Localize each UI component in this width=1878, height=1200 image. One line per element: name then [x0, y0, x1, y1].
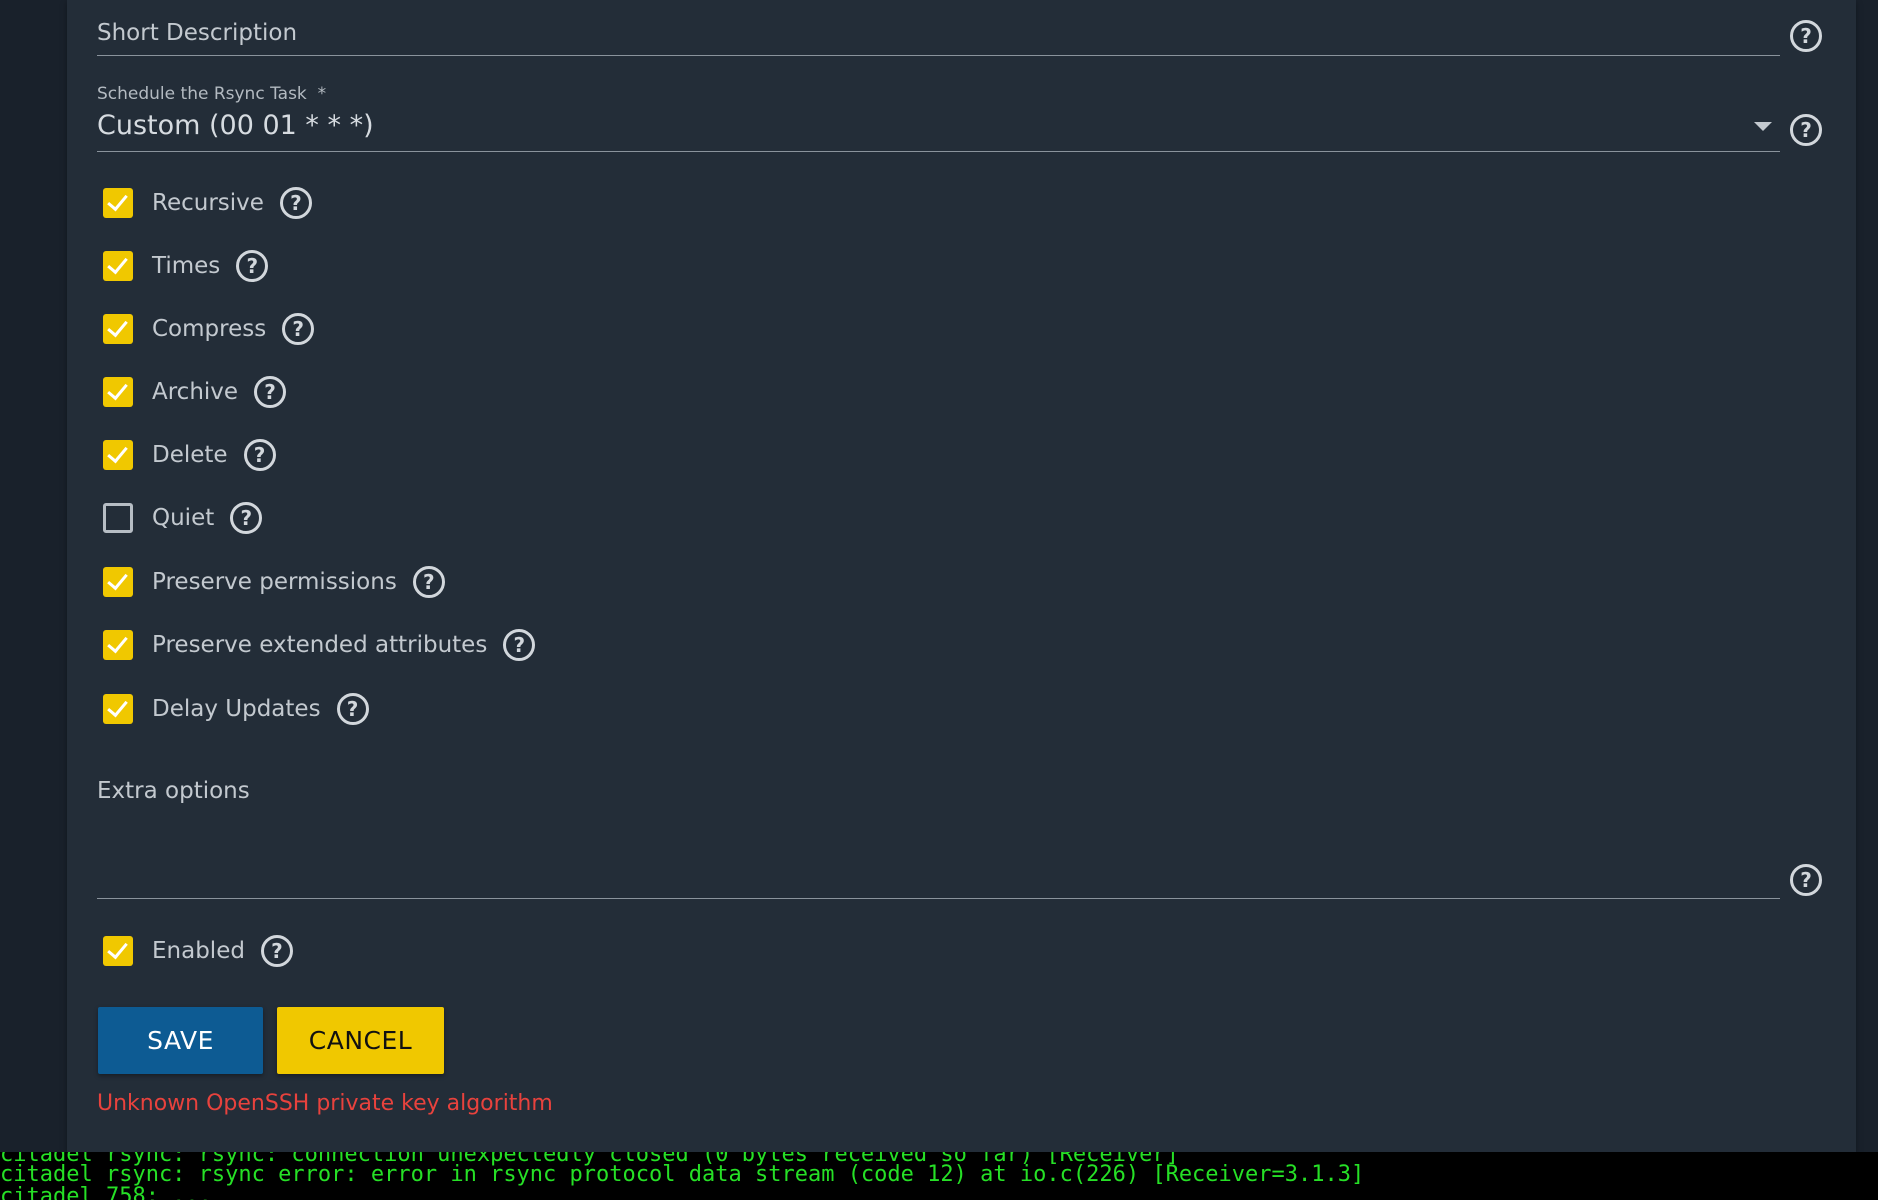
checkbox-label: Preserve permissions [152, 569, 397, 595]
checkbox-preserve-permissions[interactable]: Preserve permissions ? [103, 565, 445, 599]
schedule-help-icon[interactable]: ? [1790, 114, 1822, 146]
required-marker: * [317, 84, 327, 104]
checkbox-times[interactable]: Times ? [103, 249, 269, 283]
short-description-underline [97, 55, 1780, 56]
chevron-down-icon[interactable] [1754, 122, 1772, 131]
checkbox-label: Delete [152, 442, 228, 468]
checkbox-recursive[interactable]: Recursive ? [103, 186, 312, 220]
checkbox-label: Enabled [152, 938, 245, 964]
error-message: Unknown OpenSSH private key algorithm [97, 1091, 553, 1116]
schedule-label-text: Schedule the Rsync Task [97, 84, 307, 104]
recursive-help-icon[interactable]: ? [279, 187, 312, 219]
schedule-select[interactable]: Custom (00 01 * * *) [97, 110, 374, 141]
delay-updates-help-icon[interactable]: ? [336, 693, 369, 725]
checkbox-delete[interactable]: Delete ? [103, 438, 276, 472]
checkbox-checked-icon[interactable] [103, 694, 133, 724]
extra-options-help-icon[interactable]: ? [1790, 864, 1822, 896]
checkbox-checked-icon[interactable] [103, 630, 133, 660]
checkbox-checked-icon[interactable] [103, 251, 133, 281]
checkbox-checked-icon[interactable] [103, 936, 133, 966]
checkbox-preserve-extended-attributes[interactable]: Preserve extended attributes ? [103, 628, 536, 662]
checkbox-label: Preserve extended attributes [152, 632, 488, 658]
save-button[interactable]: SAVE [98, 1007, 263, 1074]
archive-help-icon[interactable]: ? [254, 376, 287, 408]
times-help-icon[interactable]: ? [236, 250, 269, 282]
checkbox-label: Archive [152, 379, 239, 405]
checkbox-checked-icon[interactable] [103, 440, 133, 470]
schedule-underline [97, 151, 1780, 152]
checkbox-delay-updates[interactable]: Delay Updates ? [103, 692, 369, 726]
checkbox-unchecked-icon[interactable] [103, 503, 133, 533]
checkbox-checked-icon[interactable] [103, 188, 133, 218]
terminal-console: citadel rsync: rsync: connection unexpec… [0, 1152, 1878, 1200]
short-description-help-icon[interactable]: ? [1790, 20, 1822, 52]
terminal-line: citadel 758: ... [0, 1184, 212, 1200]
quiet-help-icon[interactable]: ? [230, 502, 263, 534]
checkbox-label: Quiet [152, 505, 215, 531]
checkbox-checked-icon[interactable] [103, 567, 133, 597]
checkbox-checked-icon[interactable] [103, 314, 133, 344]
checkbox-compress[interactable]: Compress ? [103, 312, 315, 346]
extra-options-textarea[interactable]: Extra options [97, 778, 250, 804]
checkbox-label: Delay Updates [152, 696, 321, 722]
checkbox-label: Times [152, 253, 221, 279]
preserve-extended-attributes-help-icon[interactable]: ? [503, 629, 536, 661]
checkbox-checked-icon[interactable] [103, 377, 133, 407]
enabled-help-icon[interactable]: ? [260, 935, 293, 967]
checkbox-enabled[interactable]: Enabled ? [103, 934, 293, 968]
checkbox-label: Compress [152, 316, 267, 342]
extra-options-underline [97, 898, 1780, 899]
checkbox-quiet[interactable]: Quiet ? [103, 501, 263, 535]
app-window: Short Description ? Schedule the Rsync T… [0, 0, 1878, 1200]
preserve-permissions-help-icon[interactable]: ? [412, 566, 445, 598]
schedule-label: Schedule the Rsync Task * [97, 84, 326, 104]
checkbox-label: Recursive [152, 190, 264, 216]
delete-help-icon[interactable]: ? [243, 439, 276, 471]
checkbox-archive[interactable]: Archive ? [103, 375, 287, 409]
short-description-input[interactable]: Short Description [97, 20, 297, 46]
compress-help-icon[interactable]: ? [282, 313, 315, 345]
cancel-button[interactable]: CANCEL [277, 1007, 444, 1074]
